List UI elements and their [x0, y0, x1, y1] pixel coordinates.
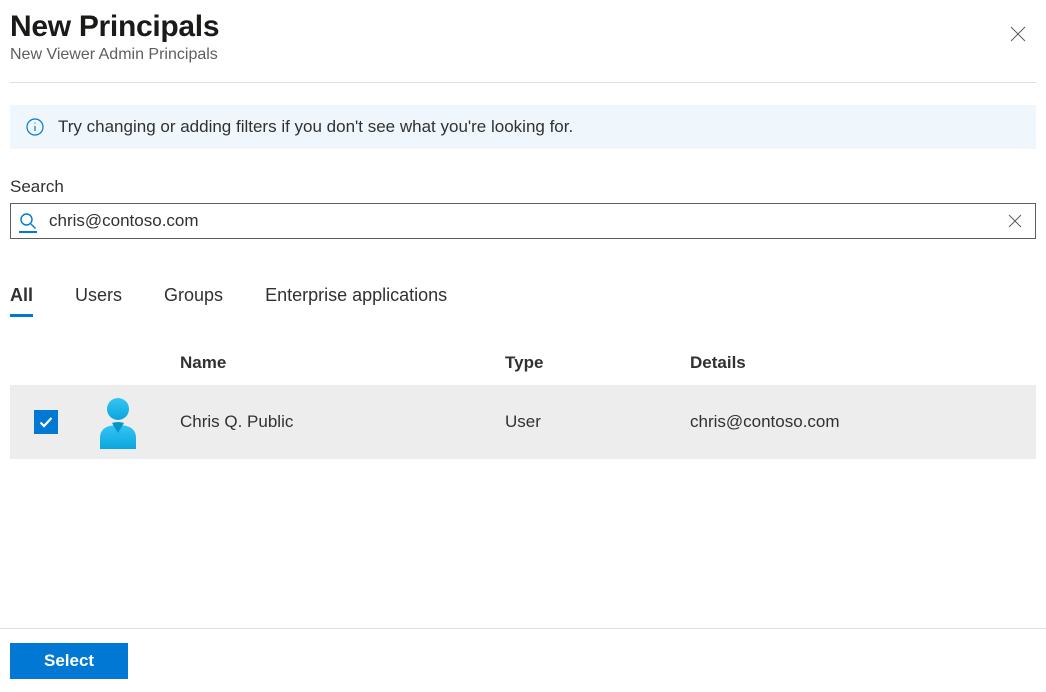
info-banner: Try changing or adding filters if you do… — [10, 105, 1036, 149]
cell-name: Chris Q. Public — [180, 412, 505, 432]
page-subtitle: New Viewer Admin Principals — [10, 46, 219, 64]
column-details: Details — [690, 353, 1036, 373]
tab-enterprise-applications[interactable]: Enterprise applications — [265, 285, 447, 317]
tab-users[interactable]: Users — [75, 285, 122, 317]
results-table: Name Type Details — [10, 353, 1036, 459]
search-box[interactable] — [10, 203, 1036, 239]
info-icon — [26, 118, 44, 136]
cell-details: chris@contoso.com — [690, 412, 1036, 432]
filter-tabs: All Users Groups Enterprise applications — [10, 285, 1036, 317]
clear-search-button[interactable] — [1005, 211, 1025, 231]
row-checkbox[interactable] — [34, 410, 58, 434]
footer: Select — [0, 628, 1046, 692]
user-avatar-icon — [94, 395, 142, 449]
search-icon — [19, 212, 37, 230]
column-name: Name — [180, 353, 505, 373]
search-label: Search — [10, 177, 1036, 197]
table-row[interactable]: Chris Q. Public User chris@contoso.com — [10, 385, 1036, 459]
column-type: Type — [505, 353, 690, 373]
select-button[interactable]: Select — [10, 643, 128, 679]
search-icon-wrap — [19, 210, 37, 233]
close-button[interactable] — [1004, 20, 1032, 48]
page-title: New Principals — [10, 10, 219, 44]
check-icon — [38, 414, 54, 430]
info-message: Try changing or adding filters if you do… — [58, 117, 573, 137]
close-icon — [1010, 26, 1026, 42]
search-input[interactable] — [37, 211, 1005, 231]
cell-type: User — [505, 412, 690, 432]
clear-icon — [1008, 214, 1022, 228]
header-divider — [10, 82, 1036, 83]
table-header: Name Type Details — [10, 353, 1036, 385]
tab-all[interactable]: All — [10, 285, 33, 317]
tab-groups[interactable]: Groups — [164, 285, 223, 317]
